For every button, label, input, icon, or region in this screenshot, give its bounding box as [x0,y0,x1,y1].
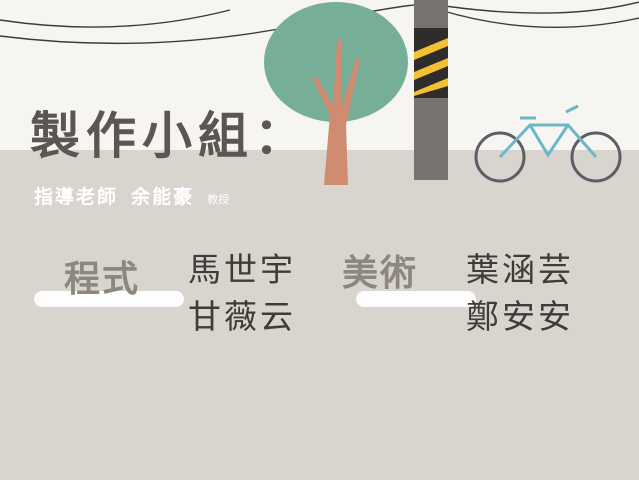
advisor-name: 余能豪 [131,186,195,208]
member-name: 鄭安安 [466,297,574,336]
member-name: 葉涵芸 [466,250,574,289]
utility-pole-illustration [414,0,448,180]
bicycle-illustration [474,104,622,183]
page-title: 製作小組： [30,107,310,165]
member-name: 馬世宇 [188,250,296,289]
advisor-line: 指導老師 余能豪 教授 [34,182,229,209]
section-label-art: 美術 [342,253,419,294]
member-name: 甘薇云 [188,297,296,336]
section-label-programming: 程式 [64,259,141,300]
advisor-role: 指導老師 [34,186,119,208]
advisor-title: 教授 [207,193,230,206]
